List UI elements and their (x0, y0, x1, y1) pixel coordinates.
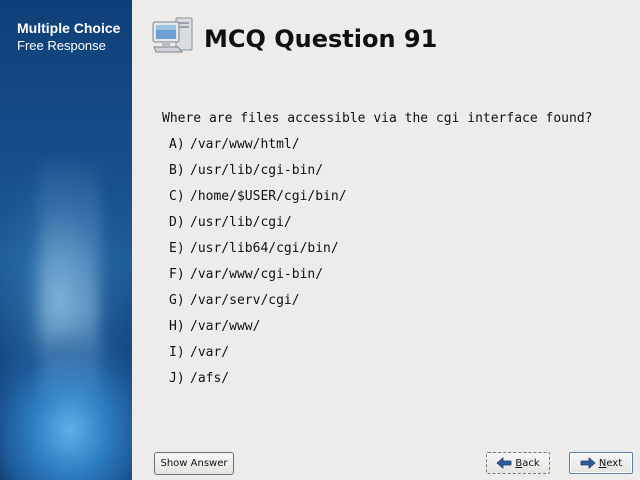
arrow-right-icon (580, 457, 596, 469)
option-letter: F) (169, 267, 185, 282)
answer-options: A) /var/www/html/ B) /usr/lib/cgi-bin/ C) /… (169, 137, 347, 397)
sidebar-banner: Multiple Choice Free Response (0, 0, 132, 480)
answer-option-f[interactable]: F) /var/www/cgi-bin/ (169, 267, 347, 293)
option-letter: C) (169, 189, 185, 204)
option-text: /var/www/ (190, 319, 261, 334)
answer-option-e[interactable]: E) /usr/lib64/cgi/bin/ (169, 241, 347, 267)
option-letter: B) (169, 163, 185, 178)
option-letter: H) (169, 319, 185, 334)
option-text: /afs/ (190, 371, 230, 386)
option-text: /usr/lib/cgi/ (190, 215, 292, 230)
show-answer-button[interactable]: Show Answer (154, 452, 234, 475)
next-button[interactable]: Next (569, 452, 633, 474)
answer-option-i[interactable]: I) /var/ (169, 345, 347, 371)
back-button[interactable]: Back (486, 452, 550, 474)
option-letter: I) (169, 345, 185, 360)
question-text: Where are files accessible via the cgi i… (162, 111, 593, 126)
option-text: /var/serv/cgi/ (190, 293, 300, 308)
option-text: /var/www/html/ (190, 137, 300, 152)
option-letter: G) (169, 293, 185, 308)
option-text: /home/$USER/cgi/bin/ (190, 189, 347, 204)
page-title: MCQ Question 91 (204, 25, 438, 53)
back-button-label: Back (515, 457, 540, 469)
sidebar-decoration (40, 150, 100, 410)
option-text: /var/ (190, 345, 230, 360)
sidebar-title: Multiple Choice (17, 20, 121, 36)
option-text: /usr/lib/cgi-bin/ (190, 163, 324, 178)
answer-option-d[interactable]: D) /usr/lib/cgi/ (169, 215, 347, 241)
sidebar-subtitle: Free Response (17, 38, 106, 53)
answer-option-a[interactable]: A) /var/www/html/ (169, 137, 347, 163)
arrow-left-icon (496, 457, 512, 469)
computer-icon (152, 16, 194, 54)
option-letter: D) (169, 215, 185, 230)
answer-option-g[interactable]: G) /var/serv/cgi/ (169, 293, 347, 319)
option-letter: J) (169, 371, 185, 386)
answer-option-h[interactable]: H) /var/www/ (169, 319, 347, 345)
option-letter: A) (169, 137, 185, 152)
answer-option-c[interactable]: C) /home/$USER/cgi/bin/ (169, 189, 347, 215)
option-text: /var/www/cgi-bin/ (190, 267, 324, 282)
answer-option-j[interactable]: J) /afs/ (169, 371, 347, 397)
option-text: /usr/lib64/cgi/bin/ (190, 241, 339, 256)
answer-option-b[interactable]: B) /usr/lib/cgi-bin/ (169, 163, 347, 189)
next-button-label: Next (598, 457, 623, 469)
option-letter: E) (169, 241, 185, 256)
